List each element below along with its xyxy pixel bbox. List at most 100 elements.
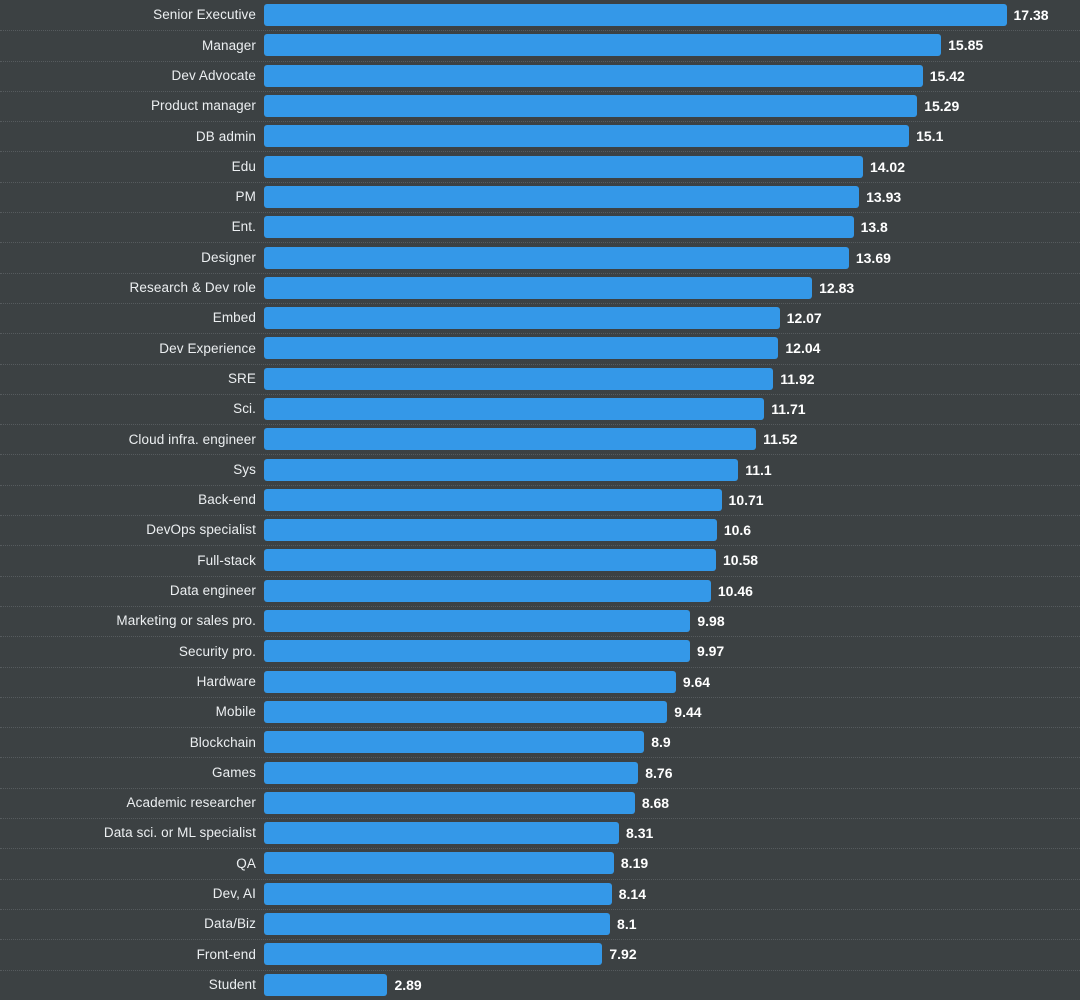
bar[interactable]	[264, 731, 645, 754]
value-label: 8.9	[651, 734, 671, 751]
bar-track: 10.71	[264, 485, 1080, 515]
value-label: 10.46	[717, 582, 753, 599]
bar-track: 8.76	[264, 757, 1080, 787]
value-label: 10.6	[723, 522, 752, 539]
bar-track: 11.1	[264, 454, 1080, 484]
value-label: 15.1	[916, 128, 944, 145]
bar[interactable]	[264, 185, 860, 208]
bar-track: 15.29	[264, 91, 1080, 121]
category-label: QA	[236, 855, 256, 871]
bar[interactable]	[264, 398, 765, 420]
bar[interactable]	[264, 882, 612, 905]
bar-row: Front-end 7.92	[0, 939, 1080, 969]
bar[interactable]	[264, 155, 863, 178]
bar-track: 12.04	[264, 333, 1080, 363]
value-label: 10.71	[728, 491, 764, 508]
category-label: Security pro.	[178, 643, 256, 659]
bar-row: Senior Executive 17.38	[0, 0, 1080, 30]
bar[interactable]	[264, 276, 813, 299]
bar-row: Sys 11.1	[0, 454, 1080, 484]
bar-track: 11.71	[264, 394, 1080, 424]
bar-row: Embed 12.07	[0, 302, 1080, 333]
bar[interactable]	[264, 579, 711, 602]
bar-track: 13.93	[264, 182, 1080, 212]
bar[interactable]	[264, 791, 635, 814]
bar[interactable]	[264, 549, 716, 572]
category-label: Ent.	[231, 219, 256, 235]
value-label: 8.14	[618, 885, 646, 902]
category-label: Manager	[202, 37, 256, 53]
bar[interactable]	[264, 337, 779, 360]
category-label: Dev, AI	[212, 886, 256, 901]
bar-row: SRE 11.92	[0, 363, 1080, 394]
value-label: 15.29	[924, 98, 960, 115]
bar[interactable]	[264, 761, 639, 784]
value-label: 13.93	[866, 188, 902, 205]
bar[interactable]	[264, 943, 603, 966]
category-label: DB admin	[195, 128, 256, 144]
bar-row: DB admin 15.1	[0, 121, 1080, 151]
bar[interactable]	[264, 822, 620, 845]
bar[interactable]	[264, 307, 780, 330]
bar-row: PM 13.93	[0, 181, 1080, 212]
category-label: Data/Biz	[204, 916, 256, 932]
value-label: 11.92	[780, 370, 815, 387]
bar-row: Mobile 9.44	[0, 696, 1080, 727]
category-label: Blockchain	[189, 734, 256, 750]
bar[interactable]	[264, 852, 614, 875]
value-label: 13.69	[855, 249, 891, 266]
bar[interactable]	[264, 428, 757, 451]
bar-track: 12.07	[264, 303, 1080, 333]
bar-row: Data engineer 10.46	[0, 575, 1080, 606]
bar-row: Research & Dev role 12.83	[0, 272, 1080, 303]
bar-track: 11.92	[264, 364, 1080, 394]
bar[interactable]	[264, 4, 1007, 27]
bar-track: 8.31	[264, 818, 1080, 848]
bar[interactable]	[264, 125, 910, 148]
value-label: 14.02	[869, 158, 906, 175]
bar-track: 15.1	[264, 121, 1080, 151]
category-label: Dev Advocate	[171, 67, 256, 83]
bar-track: 15.85	[264, 30, 1080, 60]
bar-track: 2.89	[264, 970, 1080, 1000]
bar[interactable]	[264, 458, 739, 481]
value-label: 9.44	[674, 703, 702, 720]
bar-row: Product manager 15.29	[0, 90, 1080, 121]
bar-track: 13.8	[264, 212, 1080, 242]
bar[interactable]	[264, 519, 717, 542]
bar-track: 13.69	[264, 242, 1080, 272]
bar[interactable]	[264, 670, 676, 693]
bar-row: Student 2.89	[0, 969, 1080, 1000]
bar[interactable]	[264, 246, 849, 269]
bar[interactable]	[264, 700, 668, 723]
bar[interactable]	[264, 216, 854, 239]
value-label: 8.68	[641, 794, 670, 811]
bar-track: 9.64	[264, 667, 1080, 697]
bar-track: 11.52	[264, 424, 1080, 454]
bar-row: Data/Biz 8.1	[0, 908, 1080, 939]
category-label: Embed	[212, 310, 256, 326]
bar[interactable]	[264, 610, 691, 633]
bar-track: 10.46	[264, 576, 1080, 606]
bar-row: Security pro. 9.97	[0, 636, 1080, 666]
bar[interactable]	[264, 973, 388, 996]
bar[interactable]	[264, 95, 918, 118]
bar-track: 14.02	[264, 151, 1080, 181]
category-label: Academic researcher	[126, 795, 256, 811]
bar[interactable]	[264, 488, 722, 511]
bar[interactable]	[264, 34, 942, 57]
bar-track: 8.1	[264, 909, 1080, 939]
bar-track: 12.83	[264, 273, 1080, 303]
bar-track: 7.92	[264, 939, 1080, 969]
bar-row: Designer 13.69	[0, 242, 1080, 272]
bar-track: 15.42	[264, 61, 1080, 91]
category-label: Mobile	[215, 704, 256, 720]
bar[interactable]	[264, 640, 690, 663]
value-label: 12.04	[785, 340, 821, 357]
bar[interactable]	[264, 913, 611, 936]
bar[interactable]	[264, 64, 923, 87]
value-label: 9.98	[697, 613, 725, 630]
bar[interactable]	[264, 367, 774, 390]
category-label: Student	[208, 976, 256, 992]
value-label: 9.97	[696, 643, 725, 660]
